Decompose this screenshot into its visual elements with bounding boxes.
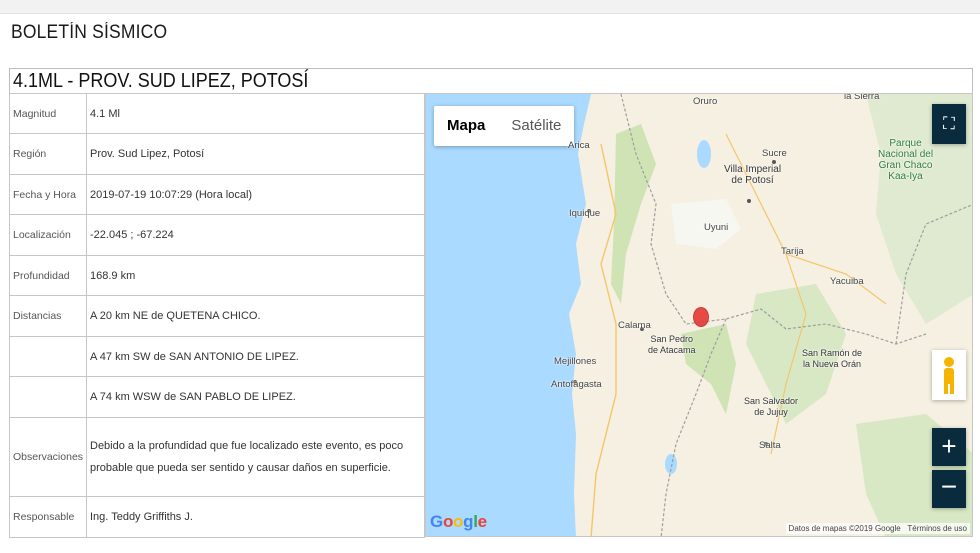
map-label-antofagasta: Antofagasta [551,379,602,390]
table-row: A 74 km WSW de SAN PABLO DE LIPEZ. [9,376,425,418]
fullscreen-button[interactable]: ⛶ [932,104,966,144]
value-depth: 168.9 km [86,255,425,296]
value-distance-2: A 47 km SW de SAN ANTONIO DE LIPEZ. [86,336,425,377]
pegman-icon [944,357,954,394]
map-label-tarija: Tarija [781,246,804,257]
map-view[interactable]: Mapa Satélite ⛶ + − Oruro la Sierra Aric… [425,93,973,537]
earthquake-marker[interactable] [693,307,709,327]
label-empty [9,376,87,418]
table-row: Localización -22.045 ; -67.224 [9,214,425,256]
table-row: Observaciones Debido a la profundidad qu… [9,417,425,497]
value-magnitude: 4.1 Ml [86,93,425,134]
map-label-yacuiba: Yacuiba [830,276,864,287]
map-type-map-button[interactable]: Mapa [434,106,498,146]
value-distance-3: A 74 km WSW de SAN PABLO DE LIPEZ. [86,376,425,418]
zoom-out-button[interactable]: − [932,470,966,508]
label-location: Localización [9,214,87,256]
town-dot [747,199,751,203]
map-label-villa-imperial: Villa Imperial de Potosí [724,164,782,186]
map-label-salta: Salta [759,440,781,451]
map-type-control: Mapa Satélite [434,106,575,146]
lake [697,140,711,168]
map-label-iquique: Iquique [569,208,601,219]
page-title: BOLETÍN SÍSMICO [11,22,168,43]
table-row: Distancias A 20 km NE de QUETENA CHICO. [9,295,425,337]
zoom-in-button[interactable]: + [932,428,966,466]
table-row: Fecha y Hora 2019-07-19 10:07:29 (Hora l… [9,174,425,215]
map-label-park: Parque Nacional del Gran Chaco Kaa-Iya [878,138,934,182]
label-magnitude: Magnitud [9,93,87,134]
fullscreen-icon: ⛶ [943,114,955,133]
map-label-mejillones: Mejillones [554,356,597,367]
label-depth: Profundidad [9,255,87,296]
map-label-san-pedro: San Pedro de Atacama [648,334,696,355]
terms-link[interactable]: Términos de uso [907,524,967,533]
street-view-pegman[interactable] [932,350,966,400]
value-responsible: Ing. Teddy Griffiths J. [86,496,425,538]
map-label-uyuni: Uyuni [704,222,729,233]
map-label-san-salvador: San Salvador de Jujuy [744,396,799,417]
map-attribution: Datos de mapas ©2019 Google Términos de … [785,523,970,534]
google-logo[interactable]: Google [430,512,487,532]
table-row: Profundidad 168.9 km [9,255,425,296]
map-data-credit: Datos de mapas ©2019 Google [788,524,901,533]
label-distances: Distancias [9,295,87,337]
table-row: Responsable Ing. Teddy Griffiths J. [9,496,425,538]
map-label-calama: Calama [618,320,651,331]
label-empty [9,336,87,377]
event-info-table: Magnitud 4.1 Ml Región Prov. Sud Lipez, … [9,93,425,538]
table-row: Magnitud 4.1 Ml [9,93,425,134]
event-title: 4.1ML - PROV. SUD LIPEZ, POTOSÍ [13,70,309,92]
map-label-la-sierra: la Sierra [844,93,880,102]
top-bar [0,0,980,14]
map-label-sucre: Sucre [762,148,787,159]
value-datetime: 2019-07-19 10:07:29 (Hora local) [86,174,425,215]
map-label-san-ramon: San Ramón de la Nueva Orán [802,348,863,369]
map-type-satellite-button[interactable]: Satélite [498,106,574,146]
value-distance-1: A 20 km NE de QUETENA CHICO. [86,295,425,337]
map-label-oruro: Oruro [693,96,718,107]
table-row: A 47 km SW de SAN ANTONIO DE LIPEZ. [9,336,425,377]
map-label-arica: Arica [568,140,590,151]
value-location: -22.045 ; -67.224 [86,214,425,256]
value-region: Prov. Sud Lipez, Potosí [86,133,425,175]
label-datetime: Fecha y Hora [9,174,87,215]
label-responsible: Responsable [9,496,87,538]
event-header: 4.1ML - PROV. SUD LIPEZ, POTOSÍ [9,68,973,94]
label-region: Región [9,133,87,175]
label-observations: Observaciones [9,417,87,497]
table-row: Región Prov. Sud Lipez, Potosí [9,133,425,175]
value-observations: Debido a la profundidad que fue localiza… [86,417,425,497]
